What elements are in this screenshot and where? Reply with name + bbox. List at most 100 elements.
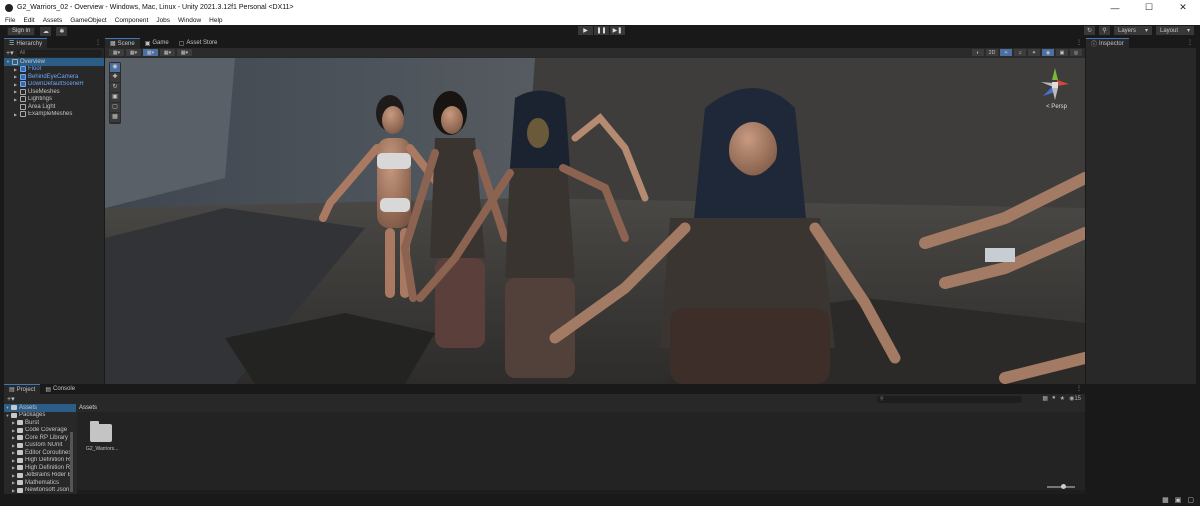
expand-arrow-icon[interactable]: ▼ bbox=[4, 413, 11, 418]
asset-tile[interactable]: G2_Warriors... bbox=[86, 421, 118, 452]
move-tool-icon[interactable]: ✚ bbox=[110, 73, 120, 82]
menu-gameobject[interactable]: GameObject bbox=[70, 17, 107, 24]
expand-arrow-icon[interactable]: ▶ bbox=[10, 420, 17, 425]
layout-dropdown[interactable]: Layout ▾ bbox=[1156, 26, 1194, 35]
expand-arrow-icon[interactable]: ▶ bbox=[10, 435, 17, 440]
add-asset-icon[interactable]: +▾ bbox=[7, 395, 15, 403]
progress-icon[interactable]: ▦ bbox=[1162, 496, 1169, 504]
tree-item-examplemeshes[interactable]: ▶ ExampleMeshes bbox=[4, 111, 104, 119]
toggle-2d-button[interactable]: 2D bbox=[986, 49, 998, 56]
breadcrumb-assets[interactable]: Assets bbox=[79, 405, 97, 411]
scale-tool-icon[interactable]: ▣ bbox=[110, 93, 120, 102]
tree-item-package[interactable]: ▶ Newtonsoft Json bbox=[4, 487, 76, 495]
tab-console[interactable]: ▤ Console bbox=[40, 384, 80, 394]
tree-item-usemeshes[interactable]: ▶ UseMeshes bbox=[4, 88, 104, 96]
effects-toggle-icon[interactable]: ✦ bbox=[1028, 49, 1040, 56]
lighting-toggle-icon[interactable]: ☀ bbox=[1000, 49, 1012, 56]
menu-assets[interactable]: Assets bbox=[43, 17, 63, 24]
tab-hierarchy[interactable]: ☰ Hierarchy bbox=[4, 38, 48, 48]
tree-item-package[interactable]: ▶ High Definition R bbox=[4, 457, 76, 465]
tree-scrollbar[interactable] bbox=[70, 432, 73, 492]
expand-arrow-icon[interactable]: ▶ bbox=[10, 488, 17, 493]
expand-arrow-icon[interactable]: ▶ bbox=[10, 465, 17, 470]
shading-mode-icon[interactable]: ◐ bbox=[972, 49, 984, 56]
tree-item-package[interactable]: ▶ Code Coverage bbox=[4, 427, 76, 435]
tree-item-floor[interactable]: ▶ Floor bbox=[4, 66, 104, 74]
tab-inspector[interactable]: ⓘ Inspector bbox=[1086, 38, 1129, 48]
rotate-tool-icon[interactable]: ↻ bbox=[110, 83, 120, 92]
global-toggle[interactable]: ▦▾ bbox=[143, 49, 158, 56]
sign-in-button[interactable]: Sign in bbox=[7, 26, 36, 36]
menu-jobs[interactable]: Jobs bbox=[156, 17, 170, 24]
tree-item-overview[interactable]: ▼ Overview bbox=[4, 58, 104, 66]
play-icon[interactable]: ▶ bbox=[578, 26, 593, 35]
hidden-packages-icon[interactable]: ◉15 bbox=[1069, 395, 1081, 402]
maximize-icon[interactable]: ☐ bbox=[1132, 0, 1166, 15]
search-icon[interactable]: ⚲ bbox=[1099, 26, 1110, 35]
pause-icon[interactable]: ❚❚ bbox=[594, 26, 609, 35]
slider-handle[interactable] bbox=[1061, 484, 1066, 489]
filter-label-icon[interactable]: ● bbox=[1052, 395, 1056, 402]
expand-arrow-icon[interactable]: ▶ bbox=[10, 458, 17, 463]
menu-component[interactable]: Component bbox=[115, 17, 149, 24]
tree-item-arealight[interactable]: Area Light bbox=[4, 103, 104, 111]
icon-size-slider[interactable] bbox=[1047, 484, 1075, 489]
grid-dropdown[interactable]: ▦▾ bbox=[177, 49, 192, 56]
filter-type-icon[interactable]: ▦ bbox=[1042, 395, 1048, 402]
cloud-icon[interactable]: ☁ bbox=[40, 26, 52, 36]
hierarchy-search-input[interactable]: All bbox=[16, 49, 102, 57]
panel-menu-icon[interactable]: ⋮ bbox=[1187, 39, 1193, 46]
menu-edit[interactable]: Edit bbox=[23, 17, 34, 24]
tree-item-lightings[interactable]: ▶ Lightings bbox=[4, 96, 104, 104]
view-tool-icon[interactable]: ◉ bbox=[110, 63, 120, 72]
panel-menu-icon[interactable]: ⋮ bbox=[1076, 39, 1082, 46]
pivot-dropdown[interactable]: ▦▾ bbox=[126, 49, 141, 56]
tree-item-downdefault[interactable]: ▶ DownDefaultSceneR bbox=[4, 81, 104, 89]
close-icon[interactable]: ✕ bbox=[1166, 0, 1200, 15]
tree-item-package[interactable]: ▶ Custom NUnit bbox=[4, 442, 76, 450]
menu-window[interactable]: Window bbox=[178, 17, 201, 24]
camera-settings-icon[interactable]: ▣ bbox=[1056, 49, 1068, 56]
snap-dropdown[interactable]: ▦▾ bbox=[160, 49, 175, 56]
panel-menu-icon[interactable]: ⋮ bbox=[1076, 385, 1082, 392]
menu-file[interactable]: File bbox=[5, 17, 15, 24]
step-icon[interactable]: ▶❚ bbox=[610, 26, 625, 35]
expand-arrow-icon[interactable]: ▶ bbox=[10, 443, 17, 448]
tree-item-package[interactable]: ▶ Burst bbox=[4, 419, 76, 427]
add-icon[interactable]: +▾ bbox=[6, 49, 14, 57]
expand-arrow-icon[interactable]: ▶ bbox=[10, 473, 17, 478]
transform-tool-icon[interactable]: ▦ bbox=[110, 113, 120, 122]
lighting-status-icon[interactable]: ▢ bbox=[1187, 496, 1194, 504]
minimize-icon[interactable]: — bbox=[1098, 0, 1132, 15]
tab-scene[interactable]: ▦ Scene bbox=[105, 38, 140, 48]
tree-item-camera[interactable]: ▶ BehindEyeCamera bbox=[4, 73, 104, 81]
menu-help[interactable]: Help bbox=[209, 17, 222, 24]
rect-tool-icon[interactable]: ▢ bbox=[110, 103, 120, 112]
tree-item-package[interactable]: ▶ JetBrains Rider E bbox=[4, 472, 76, 480]
project-search-input[interactable]: ⚲ bbox=[877, 396, 1022, 403]
tab-asset-store[interactable]: ▢ Asset Store bbox=[174, 38, 223, 48]
hidden-objects-icon[interactable]: ◉ bbox=[1042, 49, 1054, 56]
expand-arrow-icon[interactable]: ▶ bbox=[10, 480, 17, 485]
audio-toggle-icon[interactable]: ♫ bbox=[1014, 49, 1026, 56]
tree-item-package[interactable]: ▶ Editor Coroutines bbox=[4, 449, 76, 457]
collab-icon[interactable]: ✱ bbox=[56, 26, 68, 36]
expand-arrow-icon[interactable]: ▶ bbox=[10, 450, 17, 455]
tree-item-packages[interactable]: ▼ Packages bbox=[4, 412, 76, 420]
layers-dropdown[interactable]: Layers ▾ bbox=[1114, 26, 1152, 35]
tree-item-package[interactable]: ▶ Core RP Library bbox=[4, 434, 76, 442]
favorite-icon[interactable]: ★ bbox=[1060, 395, 1065, 402]
expand-arrow-icon[interactable]: ▼ bbox=[4, 405, 11, 410]
debug-icon[interactable]: ▣ bbox=[1175, 496, 1182, 504]
tree-item-package[interactable]: ▶ Mathematics bbox=[4, 479, 76, 487]
tree-item-assets[interactable]: ▼ Assets bbox=[4, 404, 76, 412]
panel-menu-icon[interactable]: ⋮ bbox=[95, 39, 101, 46]
projection-label[interactable]: < Persp bbox=[1046, 104, 1067, 110]
hand-tool-dropdown[interactable]: ▦▾ bbox=[109, 49, 124, 56]
tab-game[interactable]: ▣ Game bbox=[140, 38, 174, 48]
tab-project[interactable]: ▤ Project bbox=[4, 384, 41, 394]
tree-item-package[interactable]: ▶ High Definition R bbox=[4, 464, 76, 472]
scene-viewport[interactable]: ◉ ✚ ↻ ▣ ▢ ▦ < Persp bbox=[105, 58, 1085, 384]
gizmos-icon[interactable]: ◎ bbox=[1070, 49, 1082, 56]
history-icon[interactable]: ↻ bbox=[1084, 26, 1095, 35]
